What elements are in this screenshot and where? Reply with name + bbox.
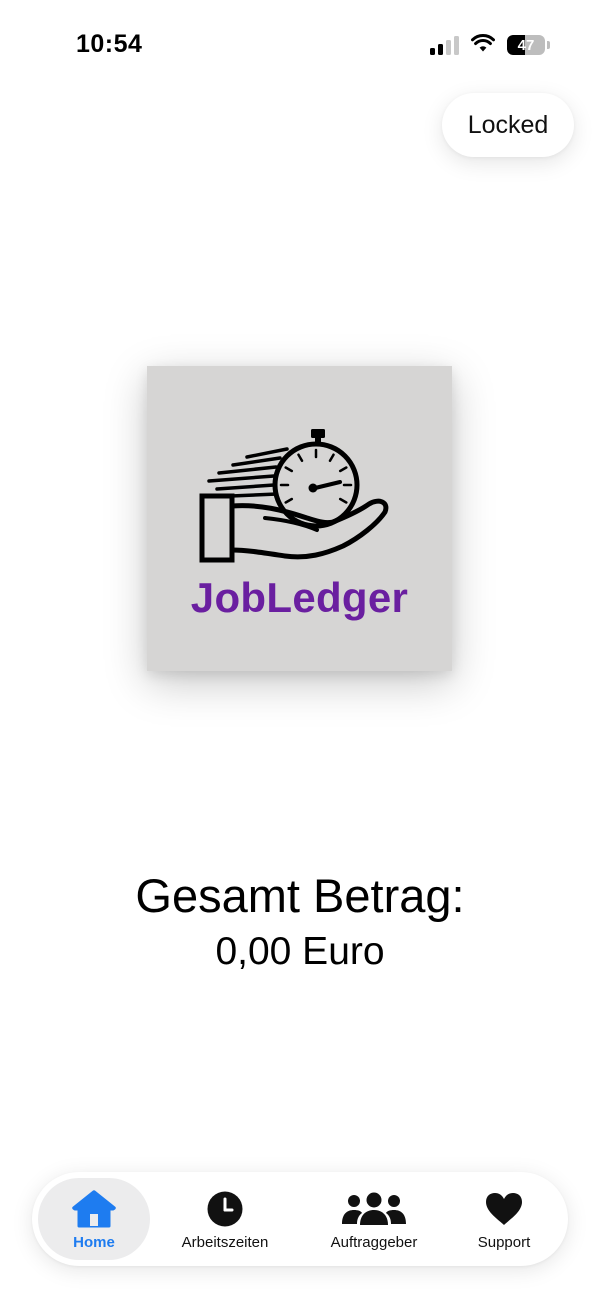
cellular-signal-icon bbox=[430, 35, 459, 55]
status-bar: 10:54 47 bbox=[0, 0, 600, 90]
battery-level: 47 bbox=[517, 36, 535, 54]
hand-stopwatch-logo bbox=[199, 429, 389, 563]
total-amount-label: Gesamt Betrag: bbox=[135, 869, 465, 922]
battery-tip bbox=[547, 41, 550, 49]
heart-icon bbox=[485, 1190, 523, 1228]
tab-auftraggeber[interactable]: Auftraggeber bbox=[312, 1178, 436, 1260]
tab-arbeitszeiten[interactable]: Arbeitszeiten bbox=[164, 1178, 286, 1260]
tab-home-label: Home bbox=[73, 1234, 115, 1251]
tab-bar: Home Arbeitszeiten Auftraggeber Support bbox=[32, 1172, 568, 1266]
people-icon bbox=[341, 1190, 407, 1228]
logo-wordmark: JobLedger bbox=[190, 574, 409, 621]
status-icons: 47 bbox=[430, 33, 550, 57]
house-icon bbox=[72, 1190, 116, 1228]
tab-support[interactable]: Support bbox=[460, 1178, 548, 1260]
status-time: 10:54 bbox=[76, 30, 143, 58]
tab-auftraggeber-label: Auftraggeber bbox=[330, 1234, 418, 1251]
tab-arbeitszeiten-label: Arbeitszeiten bbox=[181, 1234, 269, 1251]
tab-support-label: Support bbox=[477, 1234, 531, 1251]
clock-icon bbox=[206, 1190, 244, 1228]
app-logo: JobLedger bbox=[147, 366, 452, 671]
total-amount-value: 0,00 Euro bbox=[215, 930, 385, 973]
battery-icon: 47 bbox=[507, 35, 545, 55]
home-screen: 10:54 47 Locked JobLedger Gesamt Betrag:… bbox=[0, 0, 600, 1299]
tab-home[interactable]: Home bbox=[38, 1178, 150, 1260]
wifi-icon bbox=[471, 33, 495, 57]
locked-button[interactable]: Locked bbox=[442, 93, 574, 157]
